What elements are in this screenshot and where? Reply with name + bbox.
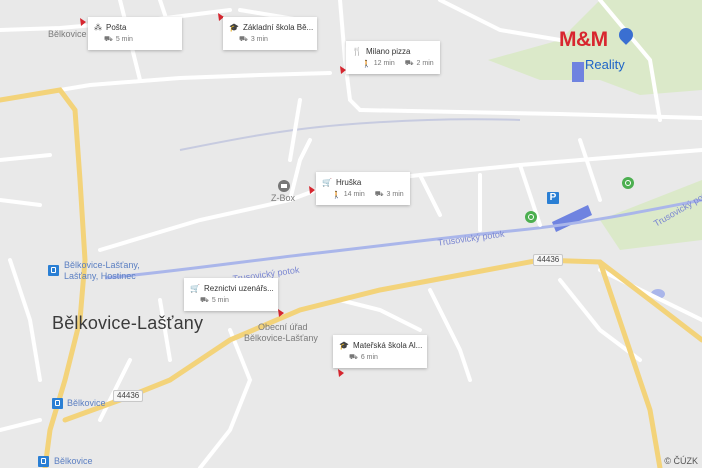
car-icon: ⛟ [349,354,358,361]
brand-logo-mm: M&M [559,28,608,51]
place-label-stop-hostinec-1: Bělkovice-Lašťany, [64,260,140,270]
car-icon: ⛟ [239,36,248,43]
car-time: ⛟ 3 min [374,191,404,198]
place-label-stop-belkovice-1: Bělkovice [67,398,106,408]
poi-name: Mateřská škola Al... [352,341,423,350]
road-shield-44436-west: 44436 [113,390,144,402]
location-pin-icon [616,25,636,45]
place-label-belkovice-top: Bělkovice [48,29,87,39]
zbox-icon[interactable] [278,180,290,192]
copyright: © ČÚZK [664,456,698,466]
poi-name: Reznictvi uzenářs... [203,284,274,293]
brand-logo-reality: Reality [585,57,625,72]
shop-icon: 🛒 [322,178,332,187]
parking-icon[interactable]: P [547,192,559,204]
place-label-zbox: Z-Box [271,193,296,203]
place-label-stop-belkovice-2: Bělkovice [54,456,93,466]
poi-name: Základní škola Bě... [242,23,314,32]
poi-card-reznictvi[interactable]: 🛒 Reznictvi uzenářs... ⛟ 5 min [184,278,278,311]
school-icon: 🎓 [339,341,349,350]
place-label-obecni-urad-1: Obecní úřad [258,322,308,332]
car-icon: ⛟ [374,191,384,198]
playground-icon[interactable] [525,211,537,223]
walk-time: 🚶 12 min [362,60,395,68]
bus-stop-hostinec-icon[interactable] [48,265,59,276]
bus-stop-belkovice-icon[interactable] [52,398,63,409]
poi-card-materska-skola[interactable]: 🎓 Mateřská škola Al... ⛟ 6 min [333,335,427,368]
car-time: ⛟ 5 min [104,36,133,43]
map-canvas[interactable]: Bělkovice Z-Box Bělkovice-Lašťany, Lašťa… [0,0,702,468]
poi-name: Milano pizza [365,47,411,56]
poi-card-zakladni-skola[interactable]: 🎓 Základní škola Bě... ⛟ 3 min [223,17,317,50]
car-icon: ⛟ [104,36,113,43]
sports-icon[interactable] [622,177,634,189]
car-time: ⛟ 6 min [349,354,378,361]
car-icon: ⛟ [404,60,414,67]
place-label-obecni-urad-2: Bělkovice-Lašťany [244,333,318,343]
car-time: ⛟ 2 min [404,60,434,67]
brand-logo: M&M Reality [559,25,639,82]
school-icon: 🎓 [229,23,239,32]
car-time: ⛟ 5 min [200,297,229,304]
restaurant-icon: 🍴 [352,47,362,56]
poi-name: Pošta [106,23,127,32]
road-shield-44436-east: 44436 [533,254,564,266]
poi-card-posta[interactable]: ⁂ Pošta ⛟ 5 min [88,17,182,50]
car-time: ⛟ 3 min [239,36,268,43]
poi-card-hruska[interactable]: 🛒 Hruška 🚶 14 min ⛟ 3 min [316,172,410,205]
shop-icon: 🛒 [190,284,200,293]
town-label: Bělkovice-Lašťany [52,313,204,333]
car-icon: ⛟ [200,297,209,304]
walk-time: 🚶 14 min [332,191,365,199]
poi-card-milano-pizza[interactable]: 🍴 Milano pizza 🚶 12 min ⛟ 2 min [346,41,440,74]
place-label-stop-hostinec-2: Lašťany, Hostinec [64,271,136,281]
walk-icon: 🚶 [362,60,371,68]
walk-icon: 🚶 [332,191,341,199]
poi-name: Hruška [335,178,362,187]
bus-stop-belkovice-2-icon[interactable] [38,456,49,467]
post-icon: ⁂ [94,23,102,32]
